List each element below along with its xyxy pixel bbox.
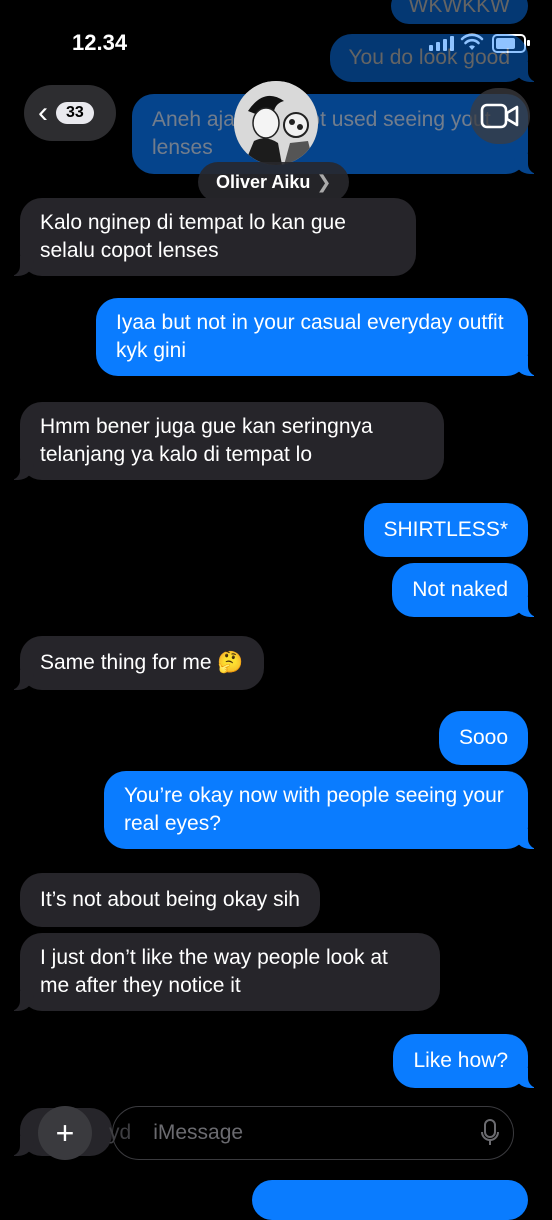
microphone-icon[interactable] (480, 1118, 500, 1148)
contact-name: Oliver Aiku (216, 171, 311, 192)
plus-icon: + (55, 1114, 75, 1151)
message-outgoing (252, 1180, 528, 1220)
message-incoming: Kalo nginep di tempat lo kan gue selalu … (6, 198, 416, 276)
back-button[interactable]: ‹ 33 (24, 85, 116, 141)
message-outgoing: Like how? (393, 1034, 542, 1088)
status-time: 12.34 (72, 30, 128, 55)
message-incoming: Hmm bener juga gue kan seringnya telanja… (6, 402, 444, 480)
avatar-image (234, 81, 318, 165)
chevron-left-icon: ‹ (38, 96, 48, 129)
video-camera-icon (480, 103, 519, 129)
unread-count-badge: 33 (56, 102, 94, 124)
message-outgoing: Not naked (392, 563, 542, 617)
contact-avatar[interactable] (234, 81, 318, 165)
message-outgoing: You’re okay now with people seeing your … (104, 771, 542, 849)
add-attachment-button[interactable]: + (38, 1106, 92, 1160)
message-outgoing: You do look good (330, 34, 542, 82)
message-outgoing: WKWKKW (390, 0, 528, 24)
message-input[interactable]: yd iMessage (109, 1106, 514, 1160)
message-placeholder: iMessage (153, 1121, 244, 1144)
message-outgoing: Iyaa but not in your casual everyday out… (96, 298, 542, 376)
message-outgoing: SHIRTLESS* (363, 503, 528, 557)
message-incoming: Same thing for me 🤔 (6, 636, 264, 690)
message-incoming: It’s not about being okay sih (20, 873, 320, 927)
chevron-right-icon: ❯ (316, 171, 332, 192)
message-composer: + yd iMessage (20, 1104, 518, 1162)
message-outgoing: Sooo (438, 711, 528, 765)
message-incoming: I just don’t like the way people look at… (6, 933, 440, 1011)
facetime-video-button[interactable] (470, 88, 530, 144)
contact-name-button[interactable]: Oliver Aiku ❯ (198, 162, 350, 202)
obscured-text: yd (109, 1121, 132, 1144)
